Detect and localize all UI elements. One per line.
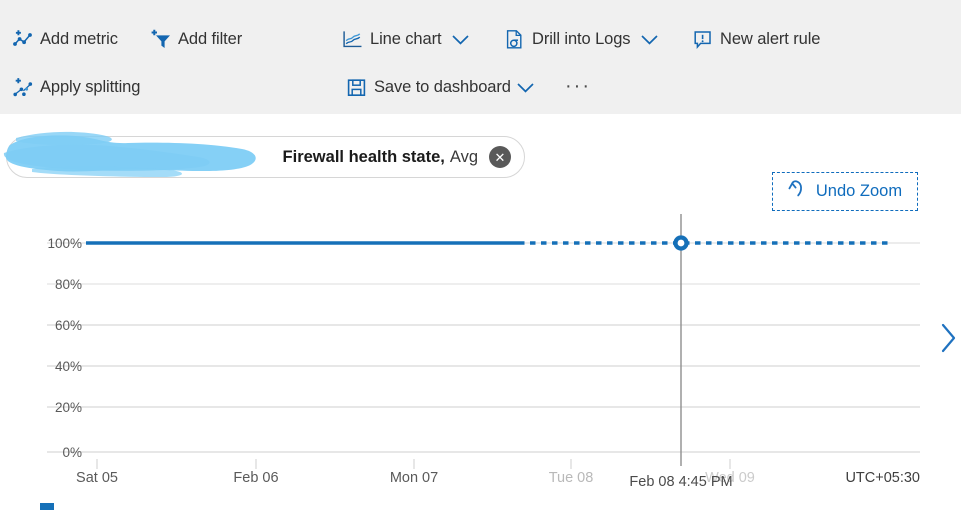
x-tick-label: Tue 08 xyxy=(549,470,594,486)
metric-aggregation: Avg xyxy=(449,147,478,166)
alert-rule-icon xyxy=(692,29,713,50)
y-tick-label: 60% xyxy=(55,318,82,333)
y-tick-label: 100% xyxy=(47,236,82,251)
metric-chip-text: Firewall health state, Avg xyxy=(283,148,478,167)
add-filter-label: Add filter xyxy=(178,29,243,48)
line-chart-label: Line chart xyxy=(370,29,442,48)
line-chart-icon xyxy=(342,29,363,50)
y-tick-label: 20% xyxy=(55,400,82,415)
metric-chip[interactable]: Firewall health state, Avg ✕ xyxy=(6,136,525,178)
x-tick-label: Feb 06 xyxy=(233,470,278,486)
metric-chip-close-icon[interactable]: ✕ xyxy=(489,146,511,168)
line-chart-chevron-down-icon[interactable] xyxy=(448,28,472,50)
undo-zoom-label: Undo Zoom xyxy=(815,182,903,200)
toolbar-row-secondary: Apply splitting Save to dashboard ··· xyxy=(0,67,961,115)
save-to-dashboard-button[interactable]: Save to dashboard xyxy=(346,72,538,102)
crosshair-tooltip-label: Feb 08 4:45 PM xyxy=(629,474,732,490)
new-alert-rule-button[interactable]: New alert rule xyxy=(692,24,820,54)
metric-name: Firewall health state, xyxy=(282,147,445,166)
add-metric-button[interactable]: Add metric xyxy=(12,24,118,54)
apply-splitting-label: Apply splitting xyxy=(40,77,141,96)
x-tick-label: Sat 05 xyxy=(76,470,118,486)
line-chart-button[interactable]: Line chart xyxy=(342,24,472,54)
new-alert-rule-label: New alert rule xyxy=(720,29,821,48)
metrics-chart-page: Add metric Add filter Line chart Drill i… xyxy=(0,0,961,514)
metrics-line-chart[interactable]: 100% 80% 60% 40% 20% 0% Sat 05 Feb 06 Mo… xyxy=(0,214,961,514)
x-tick-label: Mon 07 xyxy=(390,470,438,486)
add-filter-button[interactable]: Add filter xyxy=(150,24,242,54)
apply-splitting-icon xyxy=(12,77,33,98)
toolbar-overflow-button[interactable]: ··· xyxy=(564,74,592,98)
x-axis-ticks xyxy=(96,459,731,469)
add-metric-icon xyxy=(12,29,33,50)
chevron-right-icon[interactable] xyxy=(938,318,960,358)
save-to-dashboard-label: Save to dashboard xyxy=(374,77,511,96)
drill-logs-icon xyxy=(504,29,525,50)
add-filter-icon xyxy=(150,29,171,50)
drill-logs-chevron-down-icon[interactable] xyxy=(637,28,661,50)
timezone-label: UTC+05:30 xyxy=(845,470,920,486)
legend-color-swatch xyxy=(40,503,54,510)
y-tick-label: 40% xyxy=(55,359,82,374)
apply-splitting-button[interactable]: Apply splitting xyxy=(12,72,140,102)
save-icon xyxy=(346,77,367,98)
y-tick-label: 80% xyxy=(55,277,82,292)
chart-command-toolbar: Add metric Add filter Line chart Drill i… xyxy=(0,0,961,114)
undo-arrow-icon xyxy=(788,179,808,205)
add-metric-label: Add metric xyxy=(40,29,118,48)
y-tick-label: 0% xyxy=(62,445,82,460)
toolbar-row-primary: Add metric Add filter Line chart Drill i… xyxy=(0,19,961,67)
undo-zoom-button[interactable]: Undo Zoom xyxy=(772,172,918,211)
drill-into-logs-button[interactable]: Drill into Logs xyxy=(504,24,661,54)
drill-into-logs-label: Drill into Logs xyxy=(532,29,631,48)
y-axis-labels: 100% 80% 60% 40% 20% 0% xyxy=(47,236,82,460)
chart-gridlines xyxy=(47,242,920,453)
save-dashboard-chevron-down-icon[interactable] xyxy=(514,76,538,98)
hover-point-marker[interactable] xyxy=(673,235,689,251)
